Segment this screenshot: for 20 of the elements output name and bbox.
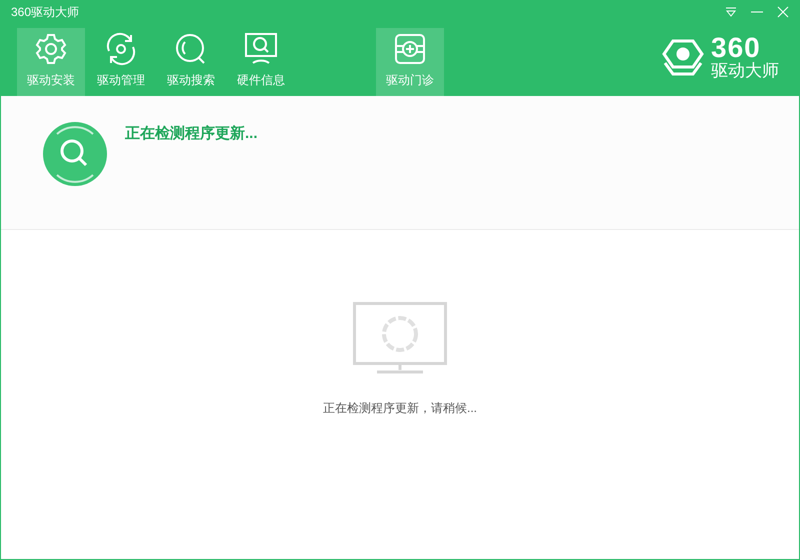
gear-icon bbox=[34, 32, 68, 66]
clinic-button[interactable]: 驱动门诊 bbox=[376, 28, 444, 96]
monitor-search-icon bbox=[244, 32, 278, 66]
loading-message: 正在检测程序更新，请稍候... bbox=[322, 400, 477, 417]
nav-tab[interactable]: 驱动搜索 bbox=[157, 28, 225, 96]
close-button[interactable] bbox=[775, 4, 791, 20]
medical-kit-icon bbox=[393, 32, 427, 66]
menu-icon bbox=[725, 7, 737, 17]
logo-number: 360 bbox=[711, 34, 761, 62]
status-title: 正在检测程序更新... bbox=[125, 124, 258, 143]
nav-tab[interactable]: 驱动安装 bbox=[17, 28, 85, 96]
nav-tab[interactable]: 驱动管理 bbox=[87, 28, 155, 96]
monitor-loading-icon bbox=[353, 302, 447, 374]
nav-tab[interactable]: 硬件信息 bbox=[227, 28, 295, 96]
logo-icon bbox=[661, 36, 705, 76]
minimize-icon bbox=[751, 11, 763, 13]
close-icon bbox=[777, 6, 789, 18]
logo-name: 驱动大师 bbox=[711, 62, 779, 79]
refresh-icon bbox=[104, 32, 138, 66]
window-title: 360驱动大师 bbox=[11, 4, 80, 20]
